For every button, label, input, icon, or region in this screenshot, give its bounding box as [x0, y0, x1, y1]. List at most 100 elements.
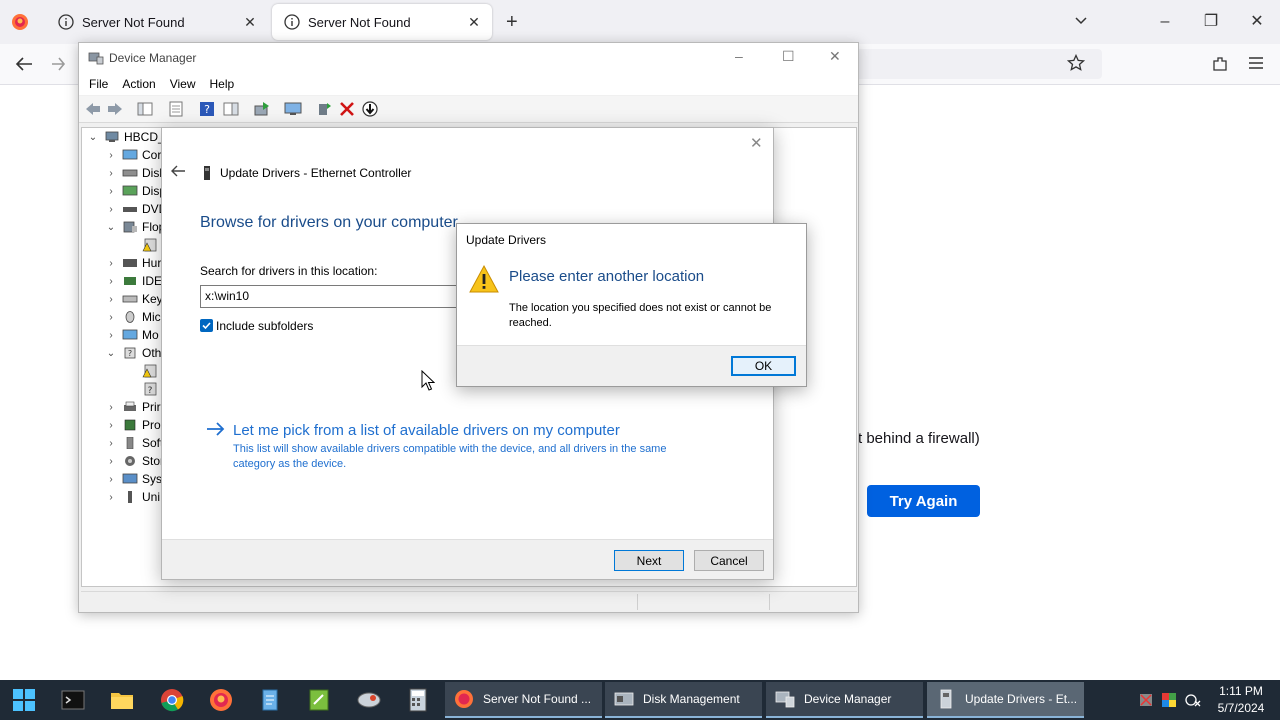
- properties-icon[interactable]: [167, 101, 185, 117]
- close-window-icon[interactable]: ✕: [1234, 8, 1280, 36]
- driver-path-input[interactable]: x:\win10: [200, 285, 470, 308]
- uninstall-device-icon[interactable]: [338, 101, 356, 117]
- tree-item[interactable]: › Prir: [104, 398, 160, 416]
- warning-device-icon[interactable]: [142, 362, 158, 380]
- chevron-right-icon[interactable]: ›: [104, 474, 118, 485]
- close-icon[interactable]: ✕: [462, 14, 486, 31]
- start-windows-icon[interactable]: [10, 686, 38, 714]
- tree-root[interactable]: ⌄ HBCD_: [86, 128, 165, 146]
- back-arrow-icon[interactable]: [14, 55, 34, 73]
- tree-item[interactable]: › Mo: [104, 326, 158, 344]
- taskbar-clock[interactable]: 1:11 PM 5/7/2024: [1206, 683, 1276, 717]
- tree-item[interactable]: ⌄ Flop: [104, 218, 166, 236]
- chevron-right-icon[interactable]: ›: [104, 420, 118, 431]
- editor-icon[interactable]: [305, 686, 333, 714]
- menu-view[interactable]: View: [170, 77, 196, 91]
- chevron-right-icon[interactable]: ›: [104, 276, 118, 287]
- chevron-right-icon[interactable]: ›: [104, 330, 118, 341]
- chevron-right-icon[interactable]: ›: [104, 150, 118, 161]
- restore-icon[interactable]: ❐: [1188, 8, 1234, 36]
- pick-from-list-link[interactable]: Let me pick from a list of available dri…: [233, 422, 620, 439]
- taskbar-button-device-manager[interactable]: Device Manager: [766, 682, 923, 718]
- forward-arrow-icon[interactable]: [52, 55, 66, 73]
- tree-item[interactable]: ⌄? Oth: [104, 344, 162, 362]
- tree-item[interactable]: › Disp: [104, 182, 166, 200]
- help-icon[interactable]: ?: [198, 101, 216, 117]
- action-pane-icon[interactable]: [222, 101, 240, 117]
- close-icon[interactable]: ✕: [238, 14, 262, 31]
- back-icon[interactable]: [84, 101, 102, 117]
- maximize-icon[interactable]: ☐: [782, 48, 795, 65]
- taskbar-button-firefox[interactable]: Server Not Found ...: [445, 682, 602, 718]
- enable-device-icon[interactable]: [315, 101, 333, 117]
- new-tab-icon[interactable]: +: [506, 11, 518, 34]
- disable-device-icon[interactable]: [361, 101, 379, 117]
- chevron-right-icon[interactable]: ›: [104, 438, 118, 449]
- chevron-right-icon[interactable]: ›: [104, 456, 118, 467]
- firefox-icon[interactable]: [207, 686, 235, 714]
- disk-management-icon: [614, 692, 634, 706]
- include-subfolders-checkbox[interactable]: [200, 319, 213, 332]
- notepad-icon[interactable]: [256, 686, 284, 714]
- next-button[interactable]: Next: [614, 550, 684, 571]
- minimize-icon[interactable]: –: [735, 48, 743, 64]
- tree-item[interactable]: › IDE: [104, 272, 162, 290]
- show-hide-console-tree-icon[interactable]: [136, 101, 154, 117]
- chevron-down-icon[interactable]: ⌄: [104, 222, 118, 233]
- disk-tool-icon[interactable]: [355, 686, 383, 714]
- chevron-right-icon[interactable]: ›: [104, 204, 118, 215]
- scan-hardware-icon[interactable]: [284, 101, 302, 117]
- chevron-right-icon[interactable]: ›: [104, 312, 118, 323]
- tree-item[interactable]: › DVD: [104, 200, 167, 218]
- network-disconnected-icon[interactable]: [1184, 692, 1202, 708]
- menu-file[interactable]: File: [89, 77, 108, 91]
- taskbar-button-disk-management[interactable]: Disk Management: [605, 682, 762, 718]
- tree-item[interactable]: › Hur: [104, 254, 161, 272]
- chrome-icon[interactable]: [158, 686, 186, 714]
- tree-item[interactable]: › Stor: [104, 452, 164, 470]
- chevron-down-icon[interactable]: ⌄: [104, 348, 118, 359]
- unknown-device-icon[interactable]: ?: [142, 380, 158, 398]
- ok-button[interactable]: OK: [731, 356, 796, 376]
- terminal-icon[interactable]: [59, 686, 87, 714]
- minimize-icon[interactable]: –: [1142, 8, 1188, 36]
- taskbar-button-update-drivers[interactable]: Update Drivers - Et...: [927, 682, 1084, 718]
- menu-help[interactable]: Help: [210, 77, 235, 91]
- tree-item[interactable]: › Syst: [104, 470, 165, 488]
- system-tray-icon[interactable]: [1138, 692, 1154, 708]
- tree-item[interactable]: › Key: [104, 290, 162, 308]
- browser-tab-active[interactable]: Server Not Found ✕: [272, 4, 492, 40]
- menu-action[interactable]: Action: [122, 77, 155, 91]
- cancel-button[interactable]: Cancel: [694, 550, 764, 571]
- display-tray-icon[interactable]: [1161, 692, 1177, 708]
- close-window-icon[interactable]: ✕: [829, 48, 841, 65]
- calculator-icon[interactable]: [404, 686, 432, 714]
- tree-item[interactable]: › Soft: [104, 434, 163, 452]
- chevron-down-icon[interactable]: ⌄: [86, 132, 100, 143]
- back-arrow-icon[interactable]: [170, 164, 186, 178]
- include-subfolders-label[interactable]: Include subfolders: [216, 319, 313, 333]
- chevron-right-icon[interactable]: ›: [104, 186, 118, 197]
- list-tabs-chevron-icon[interactable]: [1073, 12, 1089, 28]
- browser-tab[interactable]: Server Not Found ✕: [46, 4, 268, 40]
- extensions-icon[interactable]: [1211, 55, 1229, 73]
- tree-item[interactable]: › Disl: [104, 164, 162, 182]
- warning-device-icon[interactable]: [142, 236, 158, 254]
- tree-item[interactable]: › Uni: [104, 488, 160, 506]
- chevron-right-icon[interactable]: ›: [104, 402, 118, 413]
- close-icon[interactable]: ✕: [750, 134, 763, 152]
- forward-icon[interactable]: [106, 101, 124, 117]
- file-explorer-icon[interactable]: [108, 686, 136, 714]
- update-driver-icon[interactable]: [253, 101, 271, 117]
- chevron-right-icon[interactable]: ›: [104, 294, 118, 305]
- tree-item[interactable]: › Cor: [104, 146, 161, 164]
- firefox-icon[interactable]: [11, 13, 29, 31]
- bookmark-star-icon[interactable]: [1067, 54, 1085, 72]
- chevron-right-icon[interactable]: ›: [104, 168, 118, 179]
- menu-hamburger-icon[interactable]: [1248, 56, 1264, 70]
- try-again-button[interactable]: Try Again: [867, 485, 980, 517]
- tree-item[interactable]: › Mic: [104, 308, 160, 326]
- chevron-right-icon[interactable]: ›: [104, 258, 118, 269]
- chevron-right-icon[interactable]: ›: [104, 492, 118, 503]
- tree-item[interactable]: › Pro: [104, 416, 160, 434]
